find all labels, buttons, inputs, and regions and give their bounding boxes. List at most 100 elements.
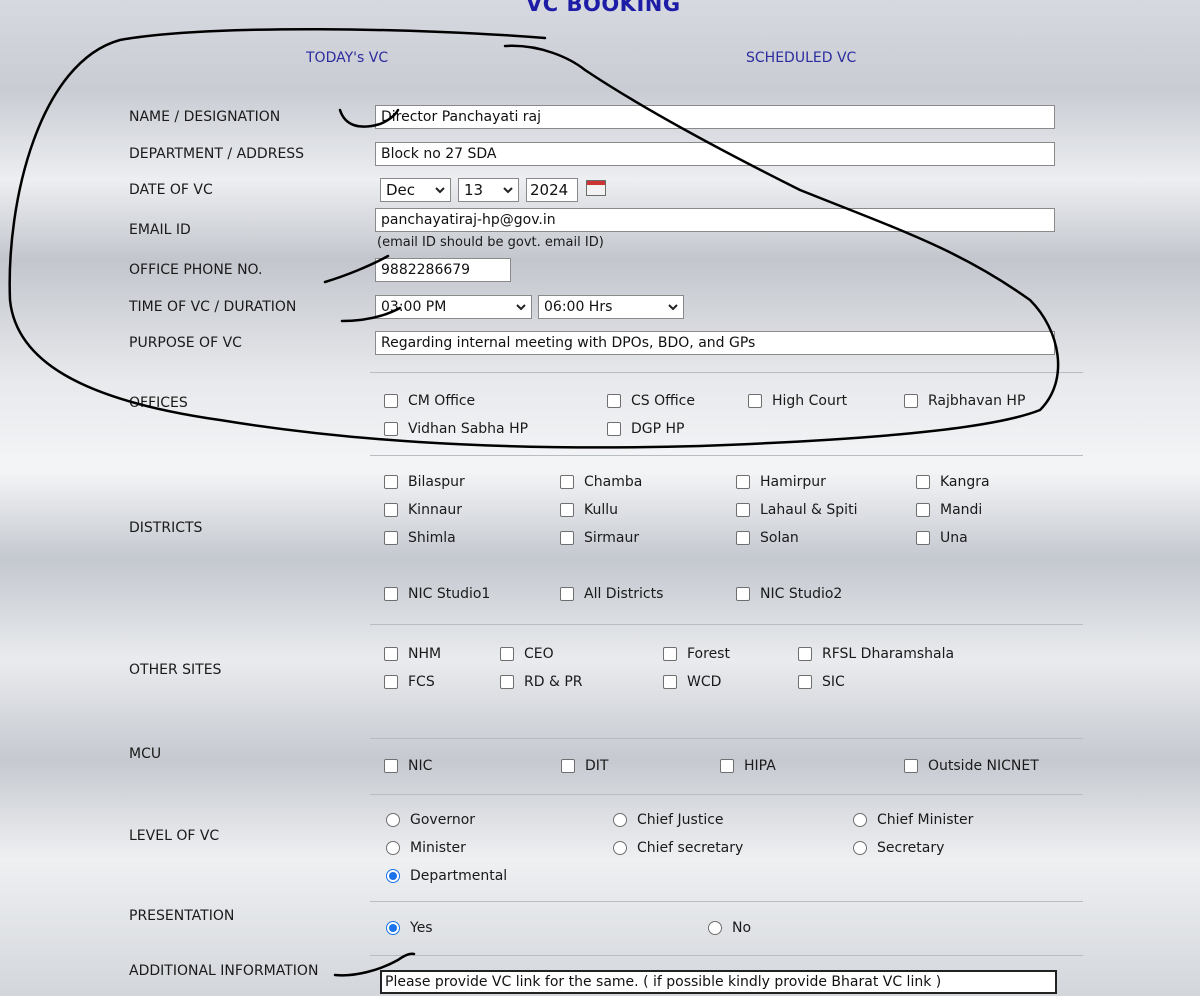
checkbox-box[interactable] bbox=[663, 675, 677, 689]
checkbox-mandi[interactable]: Mandi bbox=[916, 502, 982, 518]
checkbox-forest[interactable]: Forest bbox=[663, 646, 730, 662]
checkbox-hamirpur[interactable]: Hamirpur bbox=[736, 474, 826, 490]
checkbox-fcs[interactable]: FCS bbox=[384, 674, 435, 690]
checkbox-bilaspur[interactable]: Bilaspur bbox=[384, 474, 465, 490]
checkbox-box[interactable] bbox=[798, 647, 812, 661]
checkbox-box[interactable] bbox=[607, 394, 621, 408]
radio-chief-secretary[interactable]: Chief secretary bbox=[613, 840, 743, 856]
checkbox-rfsl-dharamshala[interactable]: RFSL Dharamshala bbox=[798, 646, 954, 662]
checkbox-box[interactable] bbox=[736, 475, 750, 489]
phone-input[interactable]: 9882286679 bbox=[375, 258, 511, 282]
tab-todays-vc[interactable]: TODAY's VC bbox=[306, 50, 388, 66]
radio-circle[interactable] bbox=[386, 841, 400, 855]
time-select[interactable]: 03:00 PM bbox=[375, 295, 532, 319]
checkbox-box[interactable] bbox=[560, 587, 574, 601]
checkbox-kinnaur[interactable]: Kinnaur bbox=[384, 502, 462, 518]
checkbox-rajbhavan-hp[interactable]: Rajbhavan HP bbox=[904, 393, 1025, 409]
checkbox-sic[interactable]: SIC bbox=[798, 674, 845, 690]
checkbox-box[interactable] bbox=[384, 675, 398, 689]
radio-governor[interactable]: Governor bbox=[386, 812, 475, 828]
checkbox-box[interactable] bbox=[384, 475, 398, 489]
checkbox-box[interactable] bbox=[560, 531, 574, 545]
radio-departmental[interactable]: Departmental bbox=[386, 868, 507, 884]
option-label: DIT bbox=[585, 758, 609, 774]
radio-circle[interactable] bbox=[386, 813, 400, 827]
radio-minister[interactable]: Minister bbox=[386, 840, 466, 856]
checkbox-dit[interactable]: DIT bbox=[561, 758, 608, 774]
checkbox-box[interactable] bbox=[736, 531, 750, 545]
checkbox-kullu[interactable]: Kullu bbox=[560, 502, 618, 518]
checkbox-wcd[interactable]: WCD bbox=[663, 674, 721, 690]
radio-circle[interactable] bbox=[613, 841, 627, 855]
checkbox-box[interactable] bbox=[904, 394, 918, 408]
checkbox-nic[interactable]: NIC bbox=[384, 758, 432, 774]
checkbox-box[interactable] bbox=[384, 759, 398, 773]
checkbox-box[interactable] bbox=[560, 503, 574, 517]
checkbox-ceo[interactable]: CEO bbox=[500, 646, 554, 662]
checkbox-box[interactable] bbox=[384, 647, 398, 661]
checkbox-rd-pr[interactable]: RD & PR bbox=[500, 674, 583, 690]
name-input[interactable]: Director Panchayati raj bbox=[375, 105, 1055, 129]
checkbox-box[interactable] bbox=[916, 503, 930, 517]
checkbox-box[interactable] bbox=[736, 587, 750, 601]
radio-secretary[interactable]: Secretary bbox=[853, 840, 944, 856]
checkbox-box[interactable] bbox=[720, 759, 734, 773]
option-label: No bbox=[732, 920, 752, 936]
checkbox-box[interactable] bbox=[500, 647, 514, 661]
radio-circle-selected[interactable] bbox=[386, 869, 400, 883]
checkbox-nic-studio1[interactable]: NIC Studio1 bbox=[384, 586, 490, 602]
year-input[interactable]: 2024 bbox=[526, 178, 578, 202]
purpose-input[interactable]: Regarding internal meeting with DPOs, BD… bbox=[375, 331, 1055, 355]
checkbox-cs-office[interactable]: CS Office bbox=[607, 393, 695, 409]
tab-scheduled-vc[interactable]: SCHEDULED VC bbox=[746, 50, 856, 66]
checkbox-chamba[interactable]: Chamba bbox=[560, 474, 642, 490]
checkbox-sirmaur[interactable]: Sirmaur bbox=[560, 530, 639, 546]
checkbox-lahaul-spiti[interactable]: Lahaul & Spiti bbox=[736, 502, 857, 518]
radio-circle[interactable] bbox=[853, 841, 867, 855]
checkbox-box[interactable] bbox=[500, 675, 514, 689]
checkbox-vidhan-sabha-hp[interactable]: Vidhan Sabha HP bbox=[384, 421, 528, 437]
checkbox-nic-studio2[interactable]: NIC Studio2 bbox=[736, 586, 842, 602]
checkbox-una[interactable]: Una bbox=[916, 530, 968, 546]
radio-circle[interactable] bbox=[613, 813, 627, 827]
checkbox-outside-nicnet[interactable]: Outside NICNET bbox=[904, 758, 1039, 774]
checkbox-box[interactable] bbox=[916, 475, 930, 489]
checkbox-cm-office[interactable]: CM Office bbox=[384, 393, 475, 409]
checkbox-box[interactable] bbox=[561, 759, 575, 773]
radio-presentation-yes[interactable]: Yes bbox=[386, 920, 433, 936]
radio-circle[interactable] bbox=[708, 921, 722, 935]
checkbox-dgp-hp[interactable]: DGP HP bbox=[607, 421, 685, 437]
radio-circle-selected[interactable] bbox=[386, 921, 400, 935]
radio-presentation-no[interactable]: No bbox=[708, 920, 751, 936]
checkbox-high-court[interactable]: High Court bbox=[748, 393, 847, 409]
checkbox-box[interactable] bbox=[384, 422, 398, 436]
checkbox-box[interactable] bbox=[736, 503, 750, 517]
checkbox-shimla[interactable]: Shimla bbox=[384, 530, 456, 546]
calendar-icon[interactable] bbox=[586, 180, 606, 196]
checkbox-box[interactable] bbox=[798, 675, 812, 689]
checkbox-box[interactable] bbox=[560, 475, 574, 489]
checkbox-box[interactable] bbox=[904, 759, 918, 773]
checkbox-box[interactable] bbox=[384, 503, 398, 517]
checkbox-hipa[interactable]: HIPA bbox=[720, 758, 776, 774]
radio-circle[interactable] bbox=[853, 813, 867, 827]
radio-chief-justice[interactable]: Chief Justice bbox=[613, 812, 724, 828]
radio-chief-minister[interactable]: Chief Minister bbox=[853, 812, 973, 828]
checkbox-nhm[interactable]: NHM bbox=[384, 646, 441, 662]
duration-select[interactable]: 06:00 Hrs bbox=[538, 295, 684, 319]
checkbox-all-districts[interactable]: All Districts bbox=[560, 586, 663, 602]
email-input[interactable]: panchayatiraj-hp@gov.in bbox=[375, 208, 1055, 232]
checkbox-box[interactable] bbox=[384, 394, 398, 408]
checkbox-solan[interactable]: Solan bbox=[736, 530, 799, 546]
department-input[interactable]: Block no 27 SDA bbox=[375, 142, 1055, 166]
checkbox-kangra[interactable]: Kangra bbox=[916, 474, 990, 490]
checkbox-box[interactable] bbox=[384, 531, 398, 545]
month-select[interactable]: Dec bbox=[380, 178, 451, 202]
checkbox-box[interactable] bbox=[748, 394, 762, 408]
checkbox-box[interactable] bbox=[916, 531, 930, 545]
additional-input[interactable]: Please provide VC link for the same. ( i… bbox=[380, 970, 1057, 994]
checkbox-box[interactable] bbox=[607, 422, 621, 436]
checkbox-box[interactable] bbox=[663, 647, 677, 661]
day-select[interactable]: 13 bbox=[458, 178, 519, 202]
checkbox-box[interactable] bbox=[384, 587, 398, 601]
